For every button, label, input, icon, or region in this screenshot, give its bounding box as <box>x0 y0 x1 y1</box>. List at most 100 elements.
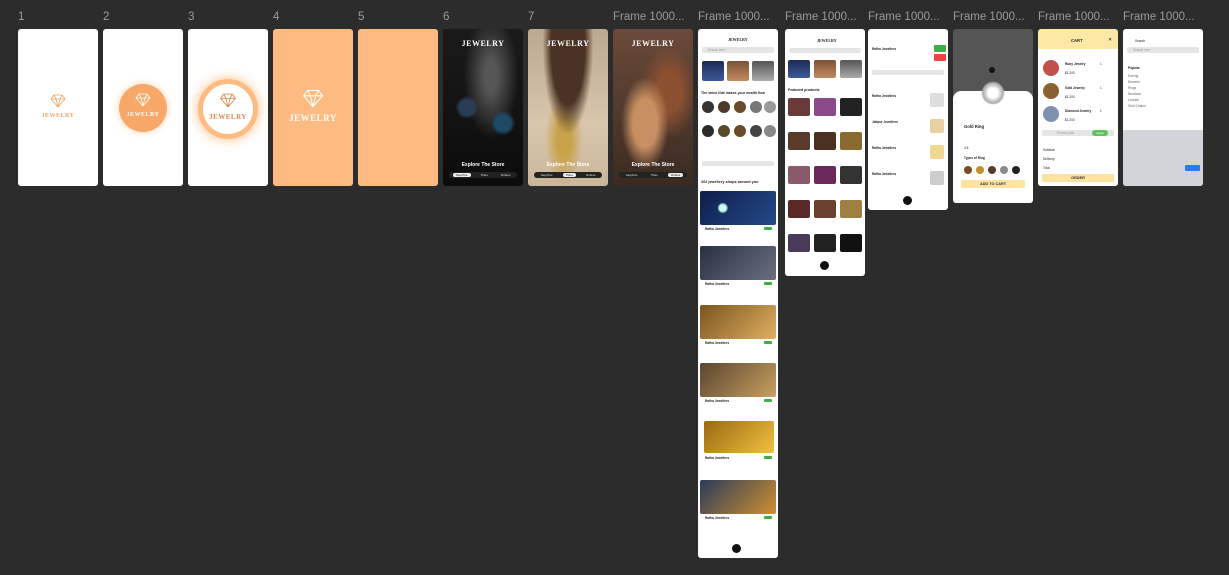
product-thumb[interactable] <box>788 132 810 150</box>
onboarding-frame-1[interactable]: JEWELRY Explore The Store Sapphire Title… <box>443 29 523 186</box>
tab-titles[interactable]: Titles <box>648 173 661 177</box>
add-to-cart-button[interactable]: ADD TO CART <box>961 180 1025 188</box>
cart-item-qty[interactable]: 1 <box>1100 86 1102 90</box>
category-thumb[interactable] <box>702 61 724 81</box>
onboarding-frame-2[interactable]: JEWELRY Explore The Store Sapphire Title… <box>528 29 608 186</box>
category-thumb[interactable] <box>752 61 774 81</box>
ring-type-option[interactable] <box>1012 166 1020 174</box>
order-button[interactable]: ORDER <box>1042 174 1114 182</box>
item-circle[interactable] <box>764 125 776 137</box>
center-nav-button[interactable] <box>732 544 741 553</box>
category-tabs[interactable]: Sapphire Titles Rubies <box>449 172 517 178</box>
close-icon[interactable]: ✕ <box>1108 37 1112 43</box>
tab-sapphire[interactable]: Sapphire <box>538 173 556 177</box>
frame-label-2[interactable]: 2 <box>103 11 109 23</box>
product-thumb[interactable] <box>788 98 810 116</box>
splash-frame-5[interactable] <box>358 29 438 186</box>
keyboard-search-key[interactable] <box>1185 165 1200 171</box>
product-thumb[interactable] <box>814 98 836 116</box>
shop-image[interactable] <box>700 246 776 280</box>
home-frame[interactable]: JEWELRY Search here The shine that makes… <box>698 29 778 558</box>
popular-item[interactable]: Bracelet <box>1128 80 1140 84</box>
category-tabs[interactable]: Sapphire Titles Rubies <box>619 172 687 178</box>
ring-thumb[interactable] <box>930 145 944 159</box>
category-thumb[interactable] <box>788 60 810 78</box>
item-circle[interactable] <box>718 125 730 137</box>
item-circle[interactable] <box>750 125 762 137</box>
frame-label-10[interactable]: Frame 1000... <box>785 11 857 23</box>
cart-item-qty[interactable]: 1 <box>1100 109 1102 113</box>
item-circle[interactable] <box>718 101 730 113</box>
product-thumb[interactable] <box>788 200 810 218</box>
center-nav-button[interactable] <box>903 196 912 205</box>
explore-button[interactable]: Explore The Store <box>613 162 693 168</box>
item-circle[interactable] <box>764 101 776 113</box>
keyboard[interactable] <box>1123 130 1203 186</box>
product-thumb[interactable] <box>840 234 862 252</box>
product-thumb[interactable] <box>814 132 836 150</box>
ring-type-option[interactable] <box>1000 166 1008 174</box>
ring-type-option[interactable] <box>964 166 972 174</box>
frame-label-14[interactable]: Frame 1000... <box>1123 11 1195 23</box>
product-thumb[interactable] <box>840 166 862 184</box>
ring-thumb[interactable] <box>930 171 944 185</box>
ring-thumb[interactable] <box>930 119 944 133</box>
category-tabs[interactable]: Sapphire Titles Rubies <box>534 172 602 178</box>
item-circle[interactable] <box>702 125 714 137</box>
tab-titles[interactable]: Titles <box>478 173 491 177</box>
popular-item[interactable]: Rings <box>1128 86 1136 90</box>
product-thumb[interactable] <box>840 98 862 116</box>
popular-item[interactable]: Necklace <box>1128 92 1141 96</box>
call-button[interactable] <box>934 45 946 52</box>
ring-type-option[interactable] <box>976 166 984 174</box>
frame-label-6[interactable]: 6 <box>443 11 449 23</box>
splash-frame-2[interactable]: JEWELRY <box>103 29 183 186</box>
products-frame[interactable]: JEWELRY Featured products <box>785 29 865 276</box>
frame-label-11[interactable]: Frame 1000... <box>868 11 940 23</box>
search-input[interactable] <box>789 48 861 53</box>
item-circle[interactable] <box>734 101 746 113</box>
frame-label-7[interactable]: 7 <box>528 11 534 23</box>
popular-item[interactable]: Lockets <box>1128 98 1139 102</box>
tab-rubies[interactable]: Rubies <box>498 173 513 177</box>
tab-sapphire[interactable]: Sapphire <box>623 173 641 177</box>
product-thumb[interactable] <box>840 132 862 150</box>
splash-frame-3[interactable]: JEWELRY <box>188 29 268 186</box>
product-thumb[interactable] <box>814 200 836 218</box>
item-circle[interactable] <box>750 101 762 113</box>
frame-label-12[interactable]: Frame 1000... <box>953 11 1025 23</box>
tab-sapphire[interactable]: Sapphire <box>452 173 471 177</box>
search-input[interactable] <box>872 70 944 75</box>
onboarding-frame-3[interactable]: JEWELRY Explore The Store Sapphire Title… <box>613 29 693 186</box>
item-circle[interactable] <box>702 101 714 113</box>
shop-image[interactable] <box>700 191 776 225</box>
popular-item[interactable]: Gold Chains <box>1128 104 1146 108</box>
shoplist-frame[interactable]: Rafha Jewellers Rafha Jewellers Jaitpur … <box>868 29 948 210</box>
shop-image[interactable] <box>700 305 776 339</box>
frame-label-9[interactable]: Frame 1000... <box>698 11 770 23</box>
search-frame[interactable]: Search Search here Popular Earring Brace… <box>1123 29 1203 186</box>
category-thumb[interactable] <box>814 60 836 78</box>
product-thumb[interactable] <box>814 234 836 252</box>
tab-rubies[interactable]: Rubies <box>668 173 684 177</box>
splash-frame-4[interactable]: JEWELRY <box>273 29 353 186</box>
cart-frame[interactable]: CART ✕ Ruby Jewelry $1,200 1 Gold Jewelr… <box>1038 29 1118 186</box>
frame-label-8[interactable]: Frame 1000... <box>613 11 685 23</box>
category-thumb[interactable] <box>727 61 749 81</box>
product-thumb[interactable] <box>840 200 862 218</box>
item-circle[interactable] <box>734 125 746 137</box>
detail-frame[interactable]: Gold Ring 4.5 Types of Ring ADD TO CART <box>953 29 1033 203</box>
center-nav-button[interactable] <box>820 261 829 270</box>
splash-frame-1[interactable]: JEWELRY <box>18 29 98 186</box>
product-thumb[interactable] <box>814 166 836 184</box>
explore-button[interactable]: Explore The Store <box>443 162 523 168</box>
product-thumb[interactable] <box>788 234 810 252</box>
frame-label-3[interactable]: 3 <box>188 11 194 23</box>
cart-item-qty[interactable]: 1 <box>1100 62 1102 66</box>
direction-button[interactable] <box>934 54 946 61</box>
frame-label-4[interactable]: 4 <box>273 11 279 23</box>
ring-type-option[interactable] <box>988 166 996 174</box>
tab-rubies[interactable]: Rubies <box>583 173 598 177</box>
product-thumb[interactable] <box>788 166 810 184</box>
frame-label-5[interactable]: 5 <box>358 11 364 23</box>
